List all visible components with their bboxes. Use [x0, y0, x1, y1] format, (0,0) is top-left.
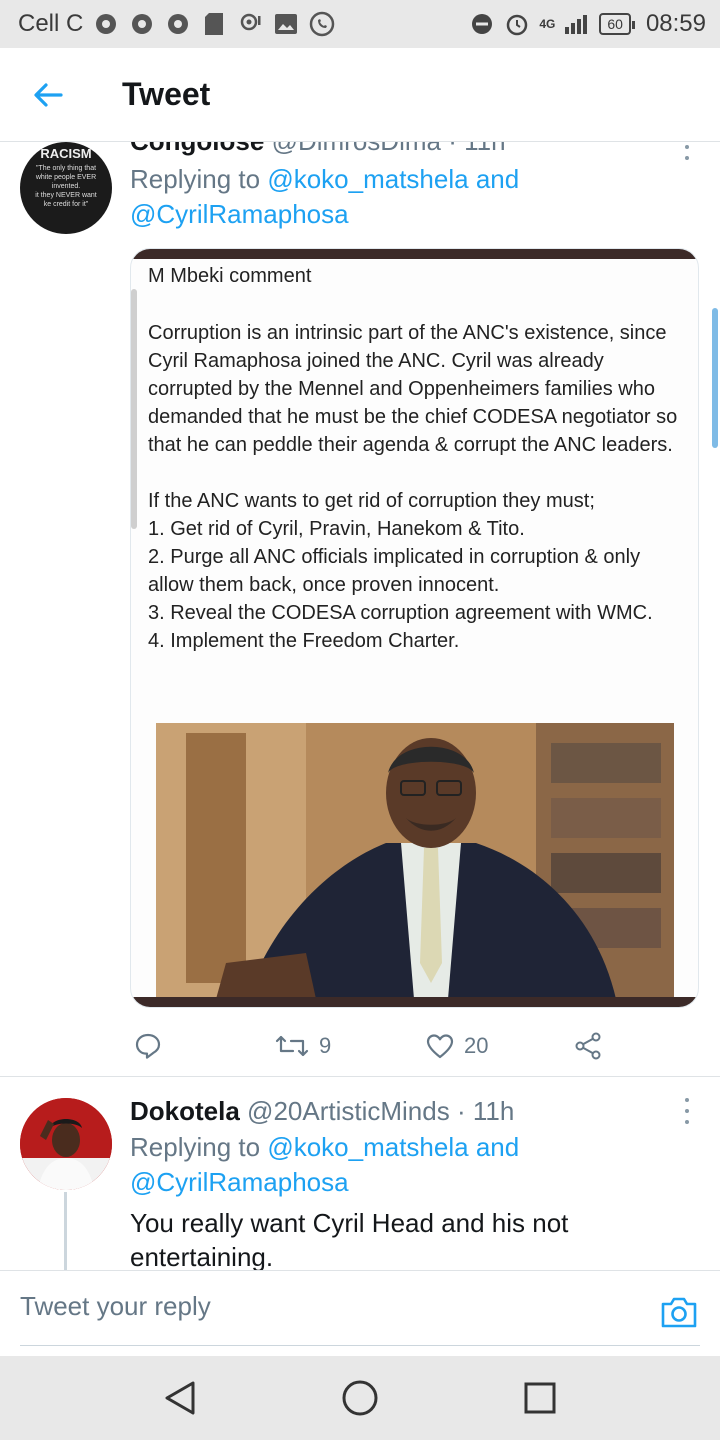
avatar-text: ke credit for it": [43, 201, 89, 208]
avatar-text: invented.: [51, 183, 81, 190]
mention-link[interactable]: @koko_matshela: [267, 164, 468, 194]
tweet-time: · 11h: [456, 1096, 515, 1126]
avatar-text: white people EVER: [35, 174, 97, 181]
square-recents-icon: [524, 1382, 556, 1414]
replying-to: Replying to @koko_matshela and @CyrilRam…: [130, 1130, 700, 1200]
reply-button[interactable]: [134, 1032, 162, 1060]
location-alert-icon: [237, 11, 263, 37]
nav-home-button[interactable]: [338, 1376, 382, 1420]
retweet-button[interactable]: 9: [275, 1033, 331, 1059]
chrome-icon: [129, 11, 155, 37]
reply-composer: Tweet your reply: [0, 1270, 720, 1356]
circle-home-icon: [342, 1380, 378, 1416]
arrow-left-icon: [34, 82, 63, 107]
share-icon: [575, 1032, 601, 1060]
like-count: 20: [464, 1033, 489, 1058]
portrait-photo: [156, 723, 674, 999]
share-button[interactable]: [574, 1032, 602, 1060]
mention-link[interactable]: @CyrilRamaphosa: [130, 199, 349, 229]
whatsapp-icon: [309, 11, 335, 37]
more-options-button[interactable]: [680, 1098, 694, 1124]
avatar-text: it they NEVER want: [35, 192, 97, 199]
mention-link[interactable]: @koko_matshela: [267, 1132, 468, 1162]
back-button[interactable]: [13, 60, 83, 130]
gallery-icon: [273, 11, 299, 37]
image-list-item: 1. Get rid of Cyril, Pravin, Hanekom & T…: [148, 518, 525, 540]
carrier-label: Cell C: [18, 10, 84, 37]
do-not-disturb-icon: [469, 11, 495, 37]
nav-back-button[interactable]: [158, 1376, 202, 1420]
image-line: If the ANC wants to get rid of corruptio…: [148, 490, 595, 512]
chrome-icon: [93, 11, 119, 37]
camera-button[interactable]: [660, 1295, 700, 1331]
system-nav-bar: [0, 1356, 720, 1440]
thread-line: [64, 1192, 67, 1272]
camera-icon: [661, 1297, 697, 1328]
author-handle[interactable]: @20ArtisticMinds: [247, 1096, 450, 1126]
tweet-header: Dokotela @20ArtisticMinds · 11h: [130, 1096, 700, 1126]
tweet-image[interactable]: M Mbeki comment Corruption is an intrins…: [130, 248, 699, 1008]
clock: 08:59: [645, 10, 706, 37]
page-title: Tweet: [122, 76, 211, 112]
scroll-indicator[interactable]: [712, 308, 718, 448]
avatar[interactable]: RACISM "The only thing that white people…: [20, 142, 112, 234]
heart-icon: [426, 1034, 454, 1059]
comment-icon: [135, 1033, 161, 1059]
image-paragraph: Corruption is an intrinsic part of the A…: [148, 322, 678, 456]
replying-prefix: Replying to: [130, 164, 261, 194]
image-paragraph: If the ANC wants to get rid of corruptio…: [148, 487, 688, 655]
avatar[interactable]: [20, 1098, 112, 1190]
avatar-text: RACISM: [40, 146, 92, 161]
mention-link[interactable]: @CyrilRamaphosa: [130, 1167, 349, 1197]
mention-and[interactable]: and: [476, 1132, 519, 1162]
retweet-count: 9: [319, 1033, 332, 1058]
author-name[interactable]: Dokotela: [130, 1096, 240, 1126]
retweet-icon: [275, 1035, 309, 1057]
image-list-item: 2. Purge all ANC officials implicated in…: [148, 546, 641, 596]
triangle-back-icon: [165, 1381, 195, 1415]
image-list-item: 3. Reveal the CODESA corruption agreemen…: [148, 602, 653, 624]
signal-icon: [564, 11, 590, 37]
tweet-actions: 9 20: [130, 1028, 630, 1064]
chrome-icon: [165, 11, 191, 37]
image-list-item: 4. Implement the Freedom Charter.: [148, 630, 460, 652]
avatar-text: "The only thing that: [35, 165, 97, 172]
status-bar: Cell C 4G 60 08:59: [0, 0, 720, 48]
like-button[interactable]: 20: [426, 1033, 488, 1059]
tweet[interactable]: RACISM "The only thing that white people…: [0, 126, 720, 1077]
replying-prefix: Replying to: [130, 1132, 261, 1162]
replying-to: Replying to @koko_matshela and @CyrilRam…: [130, 162, 700, 232]
nav-recents-button[interactable]: [518, 1376, 562, 1420]
image-caption-title: M Mbeki comment: [148, 265, 312, 287]
alarm-icon: [504, 11, 530, 37]
image-text: Corruption is an intrinsic part of the A…: [148, 319, 688, 655]
battery-indicator: 60: [599, 13, 635, 35]
tweet[interactable]: Dokotela @20ArtisticMinds · 11h Replying…: [0, 1078, 720, 1272]
mention-and[interactable]: and: [476, 164, 519, 194]
tweet-content: Dokotela @20ArtisticMinds · 11h Replying…: [130, 1096, 700, 1274]
network-label: 4G: [539, 17, 556, 31]
top-app-bar: Tweet: [0, 48, 720, 142]
sd-card-icon: [201, 11, 227, 37]
tweet-text: You really want Cyril Head and his not e…: [130, 1208, 569, 1272]
reply-input[interactable]: Tweet your reply: [20, 1291, 640, 1331]
